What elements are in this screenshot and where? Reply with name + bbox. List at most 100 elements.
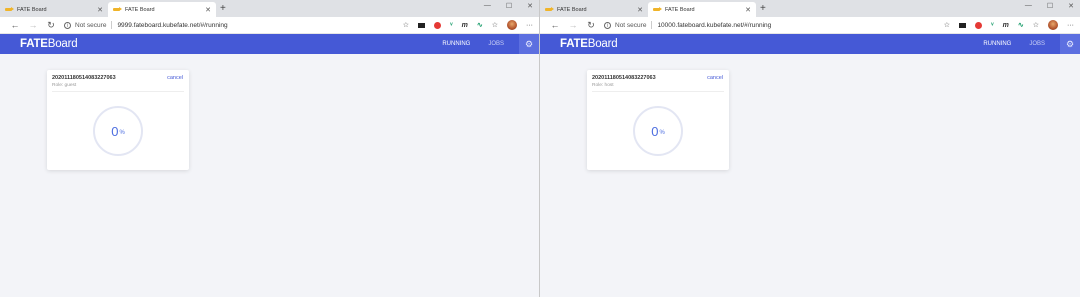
tab-strip: FATE Board ✕ FATE Board ✕ + — ☐ ✕	[540, 0, 1080, 17]
extension-wave-icon[interactable]: ∿	[477, 21, 483, 29]
fateboard-header: FATEBoard RUNNING JOBS ⚙	[0, 34, 539, 54]
extension-m-icon[interactable]: m	[1003, 22, 1009, 29]
fateboard-header: FATEBoard RUNNING JOBS ⚙	[540, 34, 1080, 54]
close-tab-icon[interactable]: ✕	[97, 6, 103, 14]
nav-running[interactable]: RUNNING	[983, 41, 1011, 47]
tab-title: FATE Board	[125, 6, 155, 13]
tab-title: FATE Board	[665, 6, 695, 13]
job-role: Role: host	[592, 83, 614, 88]
progress-value: 0	[651, 123, 659, 139]
profile-avatar-icon[interactable]	[1048, 20, 1058, 30]
progress-unit: %	[119, 130, 125, 136]
tab-title: FATE Board	[17, 6, 47, 13]
minimize-icon[interactable]: —	[1025, 2, 1032, 10]
info-icon[interactable]: i	[64, 21, 71, 29]
job-card: 202011180514083227063 cancel Role: host …	[587, 70, 729, 170]
window-controls: — ☐ ✕	[1025, 2, 1074, 10]
maximize-icon[interactable]: ☐	[1047, 2, 1053, 10]
more-menu-icon[interactable]: ···	[1067, 22, 1074, 29]
extension-leaf-icon[interactable]: ᵛ	[991, 22, 994, 29]
favorite-star-icon[interactable]: ☆	[403, 21, 409, 29]
browser-tab[interactable]: FATE Board ✕	[0, 2, 108, 17]
screen: FATE Board ✕ FATE Board ✕ + — ☐ ✕ ← → ↻ …	[0, 0, 1080, 297]
progress-ring: 0 %	[633, 106, 683, 156]
window-controls: — ☐ ✕	[484, 2, 533, 10]
logo-bold: FATE	[20, 38, 48, 50]
new-tab-icon[interactable]: +	[760, 2, 766, 17]
job-id[interactable]: 202011180514083227063	[592, 75, 656, 81]
address-divider	[111, 21, 113, 29]
progress-value: 0	[111, 123, 119, 139]
forward-icon[interactable]: →	[564, 20, 582, 30]
url-text[interactable]: 10000.fateboard.kubefate.net/#/running	[657, 22, 771, 29]
favicon-icon	[113, 7, 122, 11]
job-id[interactable]: 202011180514083227063	[52, 75, 116, 81]
header-nav: RUNNING JOBS	[983, 34, 1045, 54]
close-tab-icon[interactable]: ✕	[637, 6, 643, 14]
browser-tab-active[interactable]: FATE Board ✕	[648, 2, 756, 17]
fateboard-logo[interactable]: FATEBoard	[20, 38, 78, 50]
fateboard-logo[interactable]: FATEBoard	[560, 38, 618, 50]
card-divider	[592, 91, 724, 92]
logo-rest: Board	[47, 38, 78, 50]
favorites-icon[interactable]: ☆	[1033, 21, 1039, 29]
close-tab-icon[interactable]: ✕	[205, 6, 211, 14]
settings-gear-icon[interactable]: ⚙	[519, 34, 539, 54]
card-divider	[52, 91, 184, 92]
job-card: 202011180514083227063 cancel Role: guest…	[47, 70, 189, 170]
refresh-icon[interactable]: ↻	[42, 20, 60, 31]
extension-m-icon[interactable]: m	[462, 22, 468, 29]
favorites-icon[interactable]: ☆	[492, 21, 498, 29]
logo-bold: FATE	[560, 38, 588, 50]
info-icon[interactable]: i	[604, 21, 611, 29]
profile-avatar-icon[interactable]	[507, 20, 517, 30]
cancel-job-link[interactable]: cancel	[707, 75, 723, 81]
settings-gear-icon[interactable]: ⚙	[1060, 34, 1080, 54]
close-window-icon[interactable]: ✕	[1068, 2, 1074, 10]
running-jobs-area: 202011180514083227063 cancel Role: guest…	[0, 54, 539, 297]
refresh-icon[interactable]: ↻	[582, 20, 600, 31]
close-window-icon[interactable]: ✕	[527, 2, 533, 10]
not-secure-label: Not secure	[75, 21, 107, 29]
minimize-icon[interactable]: —	[484, 2, 491, 10]
nav-running[interactable]: RUNNING	[442, 41, 470, 47]
extension-screen-icon[interactable]	[959, 22, 967, 28]
progress-unit: %	[659, 130, 665, 136]
browser-window-guest: FATE Board ✕ FATE Board ✕ + — ☐ ✕ ← → ↻ …	[0, 0, 540, 297]
progress-ring: 0 %	[93, 106, 143, 156]
browser-window-host: FATE Board ✕ FATE Board ✕ + — ☐ ✕ ← → ↻ …	[540, 0, 1080, 297]
favicon-icon	[5, 7, 14, 11]
forward-icon[interactable]: →	[24, 20, 42, 30]
not-secure-label: Not secure	[615, 21, 647, 29]
new-tab-icon[interactable]: +	[220, 2, 226, 17]
tab-strip: FATE Board ✕ FATE Board ✕ + — ☐ ✕	[0, 0, 539, 17]
address-divider	[651, 21, 653, 29]
extension-leaf-icon[interactable]: ᵛ	[450, 22, 453, 29]
tab-title: FATE Board	[557, 6, 587, 13]
back-icon[interactable]: ←	[546, 20, 564, 30]
favorite-star-icon[interactable]: ☆	[944, 21, 950, 29]
browser-tab[interactable]: FATE Board ✕	[540, 2, 648, 17]
extension-red-icon[interactable]	[434, 21, 442, 29]
extension-red-icon[interactable]	[975, 21, 983, 29]
job-role: Role: guest	[52, 83, 77, 88]
nav-jobs[interactable]: JOBS	[1029, 41, 1045, 47]
url-text[interactable]: 9999.fateboard.kubefate.net/#/running	[117, 22, 227, 29]
header-nav: RUNNING JOBS	[442, 34, 504, 54]
address-toolbar: ← → ↻ i Not secure 9999.fateboard.kubefa…	[0, 17, 539, 34]
more-menu-icon[interactable]: ···	[526, 22, 533, 29]
logo-rest: Board	[587, 38, 618, 50]
nav-jobs[interactable]: JOBS	[488, 41, 504, 47]
address-bar[interactable]: i Not secure 9999.fateboard.kubefate.net…	[64, 21, 403, 29]
extension-screen-icon[interactable]	[418, 22, 426, 28]
maximize-icon[interactable]: ☐	[506, 2, 512, 10]
cancel-job-link[interactable]: cancel	[167, 75, 183, 81]
browser-tab-active[interactable]: FATE Board ✕	[108, 2, 216, 17]
running-jobs-area: 202011180514083227063 cancel Role: host …	[540, 54, 1080, 297]
close-tab-icon[interactable]: ✕	[745, 6, 751, 14]
address-toolbar: ← → ↻ i Not secure 10000.fateboard.kubef…	[540, 17, 1080, 34]
favicon-icon	[545, 7, 554, 11]
extension-wave-icon[interactable]: ∿	[1018, 21, 1024, 29]
back-icon[interactable]: ←	[6, 20, 24, 30]
address-bar[interactable]: i Not secure 10000.fateboard.kubefate.ne…	[604, 21, 944, 29]
